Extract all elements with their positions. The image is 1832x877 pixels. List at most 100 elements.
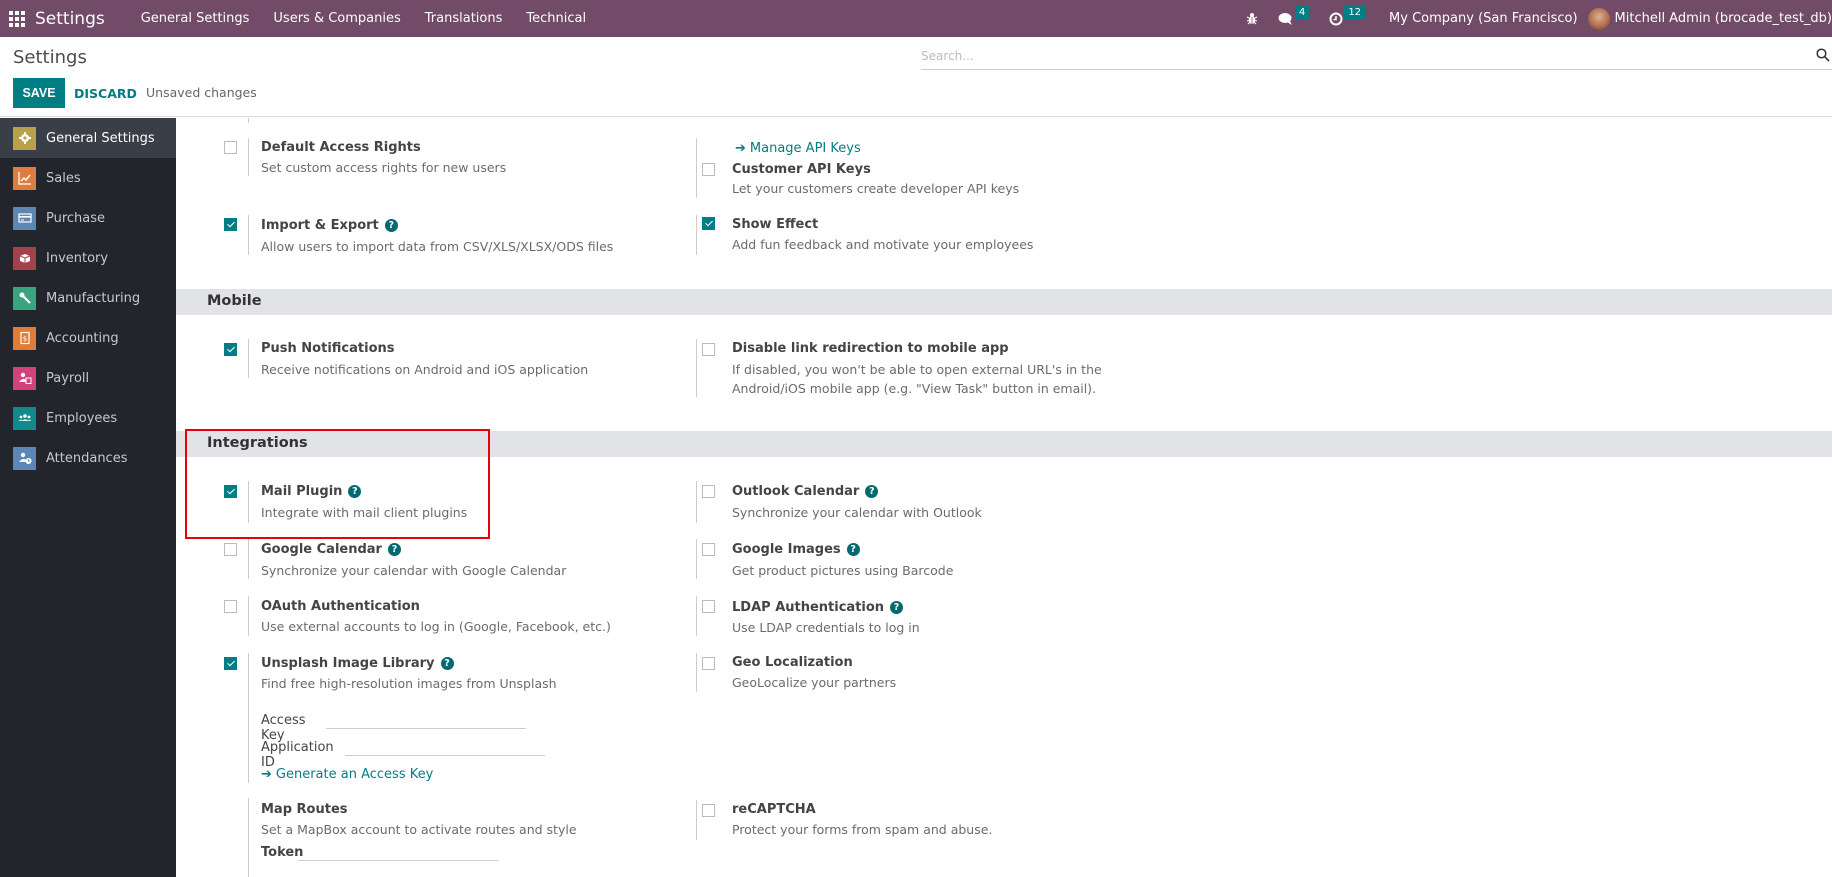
access-key-label: Access Key [261,713,306,743]
sidebar-item-inventory[interactable]: Inventory [0,238,176,278]
setting-title: Google Calendar? [261,542,401,557]
sidebar-item-payroll[interactable]: Payroll [0,358,176,398]
customer-api-keys-checkbox[interactable] [702,163,715,176]
setting-title: Mail Plugin? [261,484,362,499]
outlook-calendar-checkbox[interactable] [702,485,715,498]
manage-api-keys-link[interactable]: ➔ Manage API Keys [735,141,861,156]
setting-title: Show Effect [732,217,819,232]
setting-description: Use LDAP credentials to log in [732,620,920,635]
sidebar-item-accounting[interactable]: $ Accounting [0,318,176,358]
menu-users-companies[interactable]: Users & Companies [261,11,412,26]
users-icon [13,406,36,430]
divider [248,653,249,783]
setting-title: Import & Export? [261,218,398,233]
arrow-right-icon: ➔ [735,141,746,156]
show-effect-checkbox[interactable] [702,217,715,230]
divider [696,539,697,579]
divider [248,138,249,176]
setting-description: Use external accounts to log in (Google,… [261,619,611,634]
sidebar-item-attendances[interactable]: Attendances [0,438,176,478]
clock-icon [1329,12,1343,25]
menu-translations[interactable]: Translations [413,11,515,26]
generate-access-key-link[interactable]: ➔ Generate an Access Key [261,767,433,782]
divider [248,118,249,123]
geo-localization-checkbox[interactable] [702,657,715,670]
user-avatar[interactable] [1587,7,1610,30]
access-key-input[interactable] [326,711,526,729]
user-menu[interactable]: Mitchell Admin (brocade_test_db) [1615,11,1832,26]
activities-count-badge: 12 [1344,5,1366,20]
search-input[interactable] [921,44,1801,68]
help-icon[interactable]: ? [865,485,879,498]
setting-title: Push Notifications [261,341,395,356]
sidebar-item-manufacturing[interactable]: Manufacturing [0,278,176,318]
title-text: LDAP Authentication [732,600,885,615]
divider [696,215,697,255]
divider [248,339,249,378]
default-access-rights-checkbox[interactable] [224,141,237,154]
help-icon[interactable]: ? [846,543,860,556]
help-icon[interactable]: ? [440,657,454,670]
activities-button[interactable]: 12 [1329,5,1366,26]
divider [696,800,697,840]
divider [696,339,697,397]
sidebar-item-general-settings[interactable]: General Settings [0,118,176,158]
token-input[interactable] [298,843,498,861]
setting-description: Synchronize your calendar with Google Ca… [261,563,567,578]
setting-description: Find free high-resolution images from Un… [261,676,557,691]
sidebar-item-sales[interactable]: Sales [0,158,176,198]
divider [696,138,697,198]
ldap-authentication-checkbox[interactable] [702,600,715,613]
sidebar-item-label: Payroll [46,370,90,386]
company-switcher[interactable]: My Company (San Francisco) [1389,11,1577,26]
link-label: Generate an Access Key [275,767,434,782]
recaptcha-checkbox[interactable] [702,804,715,817]
box-icon [13,246,36,270]
search-icon[interactable] [1816,48,1830,62]
menu-technical[interactable]: Technical [514,11,598,26]
sidebar-item-label: Accounting [46,330,119,346]
wrench-icon [13,286,36,310]
divider [248,798,249,877]
help-icon[interactable]: ? [384,219,398,232]
control-panel: Settings SAVE DISCARD Unsaved changes [0,37,1832,117]
push-notifications-checkbox[interactable] [224,343,237,356]
setting-description: Protect your forms from spam and abuse. [732,822,993,837]
divider [248,539,249,579]
app-brand[interactable]: Settings [35,9,105,29]
setting-title: Unsplash Image Library? [261,656,454,671]
help-icon[interactable]: ? [348,485,362,498]
section-header-mobile: Mobile [176,289,1832,315]
help-icon[interactable]: ? [890,601,904,614]
mail-plugin-checkbox[interactable] [224,485,237,498]
menu-general-settings[interactable]: General Settings [129,11,262,26]
debug-bug-icon[interactable] [1246,12,1258,25]
setting-description: Add fun feedback and motivate your emplo… [732,237,1034,252]
setting-title: Default Access Rights [261,140,421,155]
sidebar-item-employees[interactable]: Employees [0,398,176,438]
setting-description: Set custom access rights for new users [261,160,507,175]
setting-title: Customer API Keys [732,162,871,177]
divider [248,215,249,255]
help-icon[interactable]: ? [387,543,401,556]
setting-title: reCAPTCHA [732,802,816,817]
disable-link-redirection-checkbox[interactable] [702,343,715,356]
svg-text:$: $ [22,335,26,343]
discard-button[interactable]: DISCARD [74,78,137,108]
apps-grid-icon[interactable] [9,10,25,27]
application-id-input[interactable] [345,738,545,756]
save-button[interactable]: SAVE [13,78,65,108]
google-images-checkbox[interactable] [702,543,715,556]
sidebar-item-purchase[interactable]: Purchase [0,198,176,238]
google-calendar-checkbox[interactable] [224,543,237,556]
unsplash-checkbox[interactable] [224,657,237,670]
oauth-authentication-checkbox[interactable] [224,600,237,613]
navbar-systray: 4 12 My Company (San Francisco) Mitchell… [1236,0,1832,37]
section-title: Mobile [207,293,262,309]
divider [248,481,249,523]
divider [696,596,697,636]
messages-button[interactable]: 4 [1278,5,1310,26]
payroll-icon [13,366,36,390]
import-export-checkbox[interactable] [224,218,237,231]
setting-title: Outlook Calendar? [732,484,879,499]
